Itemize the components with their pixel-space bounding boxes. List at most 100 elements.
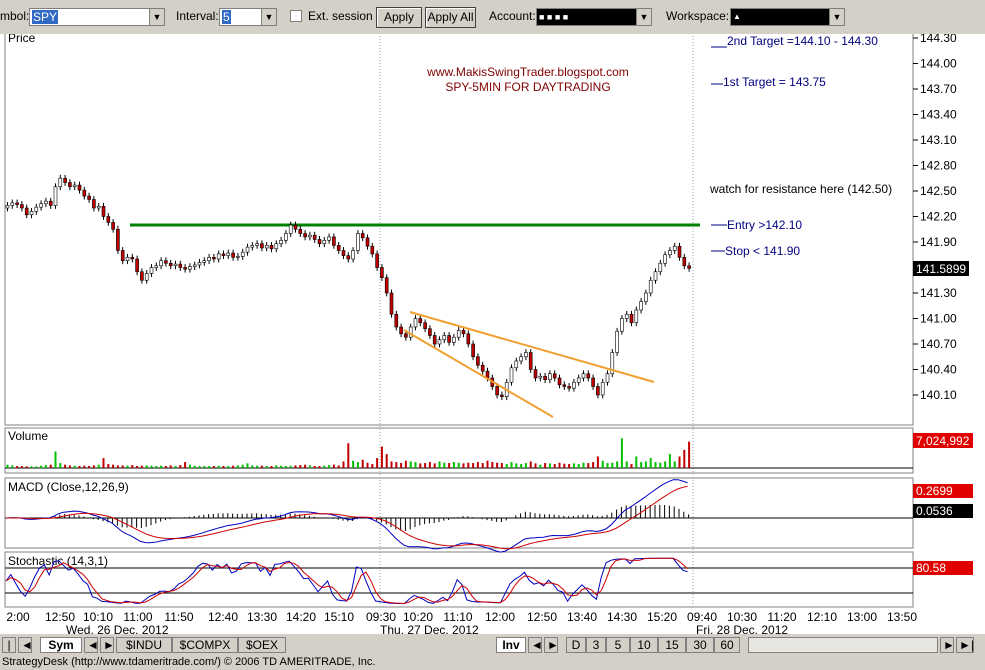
candle-body [298, 228, 303, 234]
volume-bar [88, 466, 91, 468]
candle-body [221, 253, 226, 256]
tab-compx[interactable]: $COMPX [172, 637, 238, 653]
y-tick-label: 143.40 [920, 108, 957, 122]
tab-inv-next-icon[interactable]: ► [544, 637, 559, 653]
candle-body [341, 250, 346, 256]
candle-body [384, 277, 389, 294]
x-tick-label: 12:40 [208, 610, 238, 624]
volume-bar [563, 463, 566, 468]
volume-bar [683, 449, 686, 468]
tab-indu[interactable]: $INDU [116, 637, 172, 653]
volume-bar [520, 464, 523, 468]
candle-body [72, 184, 77, 188]
volume-bar [361, 459, 364, 468]
workspace-select[interactable]: ▲ [730, 8, 830, 26]
account-dropdown-icon[interactable]: ▼ [636, 8, 652, 26]
ext-session-checkbox[interactable] [290, 10, 302, 22]
toolbar: mbol: SPY ▼ Interval: 5 ▼ Ext. session A… [0, 0, 985, 35]
candle-body [140, 271, 144, 281]
tab-interval-5[interactable]: 5 [606, 637, 630, 653]
candle-body [668, 250, 672, 256]
volume-bar [184, 462, 187, 468]
interval-dropdown-icon[interactable]: ▼ [261, 8, 277, 26]
tab-sym-prev-icon[interactable]: ◄ [84, 637, 99, 653]
volume-bar [78, 466, 81, 468]
tab-interval-10[interactable]: 10 [630, 637, 658, 653]
tab-inv[interactable]: Inv [496, 637, 526, 653]
volume-bar [390, 461, 393, 468]
account-select[interactable]: ■ ■ ■ ■ [536, 8, 638, 26]
apply-all-button[interactable]: Apply All [425, 7, 476, 28]
x-tick-label: 10:20 [403, 610, 433, 624]
candle-body [586, 373, 591, 379]
volume-bar [404, 460, 407, 468]
day-label: Wed, 26 Dec, 2012 [66, 623, 169, 634]
candle-body [48, 200, 53, 206]
y-tick-label: 142.50 [920, 184, 957, 198]
volume-bar [73, 465, 76, 468]
symbol-dropdown-icon[interactable]: ▼ [149, 8, 165, 26]
candle-body [192, 264, 197, 267]
tab-interval-15[interactable]: 15 [658, 637, 686, 653]
volume-bar [414, 462, 417, 468]
volume-bar [476, 462, 479, 468]
volume-bar [270, 466, 273, 468]
volume-bar [419, 463, 422, 468]
scroll-right-icon[interactable]: ► [940, 637, 955, 653]
candle-body [77, 184, 82, 191]
volume-bar [155, 466, 158, 468]
tab-sym-next-icon[interactable]: ► [100, 637, 115, 653]
x-tick-label: 09:30 [366, 610, 396, 624]
volume-bar [59, 463, 62, 468]
tab-interval-30[interactable]: 30 [686, 637, 714, 653]
volume-bar [188, 464, 191, 468]
nav-prev-icon[interactable]: ◄ [18, 637, 33, 653]
x-tick-label: 10:30 [727, 610, 757, 624]
tab-oex[interactable]: $OEX [238, 637, 286, 653]
candle-body [116, 228, 120, 251]
x-tick-label: 12:50 [45, 610, 75, 624]
candle-body [269, 245, 274, 250]
volume-bar [332, 464, 335, 468]
volume-bar [280, 465, 283, 468]
candle-body [279, 240, 283, 245]
volume-bar [438, 461, 441, 468]
volume-bar [534, 463, 537, 468]
volume-bar [323, 465, 326, 468]
volume-bar [409, 461, 412, 468]
volume-bar [241, 464, 244, 468]
volume-bar [126, 465, 129, 468]
candle-body [125, 256, 130, 261]
candle-body [135, 258, 139, 273]
volume-bar [11, 465, 14, 468]
interval-input[interactable]: 5 [219, 8, 263, 26]
workspace-dropdown-icon[interactable]: ▼ [829, 8, 845, 26]
tab-interval-3[interactable]: 3 [586, 637, 606, 653]
volume-bar [308, 465, 311, 468]
tab-interval-d[interactable]: D [566, 637, 586, 653]
volume-bar [649, 458, 652, 468]
candle-body [476, 356, 480, 366]
y-tick-label: 141.90 [920, 235, 957, 249]
tab-sym[interactable]: Sym [40, 637, 82, 653]
candle-body [168, 262, 173, 267]
volume-bar [20, 466, 23, 468]
candle-body [87, 195, 91, 200]
volume-bar [107, 464, 110, 468]
tab-interval-60[interactable]: 60 [714, 637, 740, 653]
volume-bar [40, 465, 43, 468]
candle-body [322, 240, 327, 245]
volume-bar [462, 463, 465, 468]
tab-inv-prev-icon[interactable]: ◄ [528, 637, 543, 653]
apply-button[interactable]: Apply [376, 7, 422, 28]
volume-bar [529, 461, 532, 468]
candle-body [380, 267, 384, 278]
volume-bar [380, 446, 383, 468]
volume-bar [347, 443, 350, 468]
symbol-input[interactable]: SPY [29, 8, 151, 26]
nav-first-icon[interactable]: |◄ [2, 637, 17, 666]
horizontal-scrollbar[interactable] [748, 637, 938, 653]
x-axis-ticks: 2:00 12:50 10:10 11:00 11:50 12:40 13:30 14:20 1… [6, 610, 917, 624]
candle-body [634, 309, 639, 324]
scroll-end-icon[interactable]: ►| [956, 637, 974, 653]
